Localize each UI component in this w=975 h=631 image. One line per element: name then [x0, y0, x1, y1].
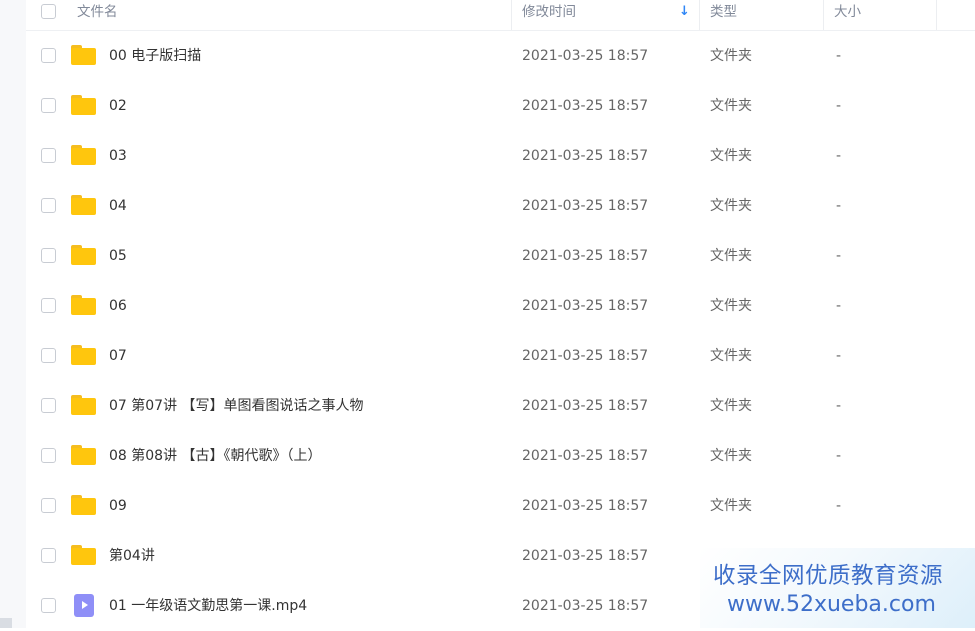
file-name[interactable]: 01 一年级语文勤思第一课.mp4	[109, 581, 307, 631]
column-divider	[936, 0, 937, 30]
file-name[interactable]: 07	[109, 331, 127, 381]
video-file-icon	[74, 594, 94, 617]
file-size: -	[836, 148, 842, 164]
row-checkbox[interactable]	[41, 348, 56, 363]
file-type: 文件夹	[710, 448, 752, 464]
row-checkbox[interactable]	[41, 198, 56, 213]
row-checkbox[interactable]	[41, 298, 56, 313]
modified-time: 2021-03-25 18:57	[522, 348, 649, 364]
file-type: 文件夹	[710, 498, 752, 514]
sort-descending-icon[interactable]: ↓	[679, 4, 690, 19]
file-row[interactable]: 00 电子版扫描 2021-03-25 18:57 文件夹 -	[26, 31, 975, 81]
file-row[interactable]: 04 2021-03-25 18:57 文件夹 -	[26, 181, 975, 231]
folder-icon	[71, 195, 96, 215]
file-row[interactable]: 07 2021-03-25 18:57 文件夹 -	[26, 331, 975, 381]
column-header-time[interactable]: 修改时间	[522, 0, 576, 30]
file-type: 文件夹	[710, 48, 752, 64]
folder-icon	[71, 245, 96, 265]
modified-time: 2021-03-25 18:57	[522, 298, 649, 314]
modified-time: 2021-03-25 18:57	[522, 148, 649, 164]
file-type: 文件夹	[710, 148, 752, 164]
column-divider	[511, 0, 512, 30]
file-type: 文件夹	[710, 248, 752, 264]
modified-time: 2021-03-25 18:57	[522, 598, 649, 614]
folder-icon	[71, 545, 96, 565]
file-name[interactable]: 04	[109, 181, 127, 231]
column-header-name[interactable]: 文件名	[77, 0, 118, 30]
file-size: -	[836, 298, 842, 314]
select-all-checkbox[interactable]	[41, 4, 56, 19]
file-row[interactable]: 05 2021-03-25 18:57 文件夹 -	[26, 231, 975, 281]
modified-time: 2021-03-25 18:57	[522, 98, 649, 114]
folder-icon	[71, 395, 96, 415]
row-checkbox[interactable]	[41, 498, 56, 513]
folder-icon	[71, 495, 96, 515]
modified-time: 2021-03-25 18:57	[522, 248, 649, 264]
file-size: -	[836, 348, 842, 364]
row-checkbox[interactable]	[41, 98, 56, 113]
file-name[interactable]: 07 第07讲 【写】单图看图说话之事人物	[109, 381, 364, 431]
file-size: -	[836, 98, 842, 114]
file-name[interactable]: 第04讲	[109, 531, 155, 581]
file-size: -	[836, 198, 842, 214]
folder-icon	[71, 345, 96, 365]
file-name[interactable]: 03	[109, 131, 127, 181]
file-type: 文件夹	[710, 348, 752, 364]
folder-icon	[71, 95, 96, 115]
column-divider	[699, 0, 700, 30]
file-row[interactable]: 09 2021-03-25 18:57 文件夹 -	[26, 481, 975, 531]
folder-icon	[71, 145, 96, 165]
column-divider	[823, 0, 824, 30]
row-checkbox[interactable]	[41, 548, 56, 563]
file-name[interactable]: 06	[109, 281, 127, 331]
file-size: -	[836, 398, 842, 414]
file-row[interactable]: 08 第08讲 【古】《朝代歌》（上） 2021-03-25 18:57 文件夹…	[26, 431, 975, 481]
column-header-size[interactable]: 大小	[834, 0, 861, 30]
row-checkbox[interactable]	[41, 148, 56, 163]
file-name[interactable]: 02	[109, 81, 127, 131]
watermark-url: www.52xueba.com	[727, 592, 936, 617]
row-checkbox[interactable]	[41, 398, 56, 413]
modified-time: 2021-03-25 18:57	[522, 548, 649, 564]
watermark-banner: 收录全网优质教育资源 www.52xueba.com	[700, 548, 975, 628]
file-list: 文件名 修改时间 ↓ 类型 大小 00 电子版扫描 2021-03-25 18:…	[26, 0, 975, 628]
file-row[interactable]: 03 2021-03-25 18:57 文件夹 -	[26, 131, 975, 181]
modified-time: 2021-03-25 18:57	[522, 448, 649, 464]
row-checkbox[interactable]	[41, 598, 56, 613]
file-type: 文件夹	[710, 398, 752, 414]
column-header-type[interactable]: 类型	[710, 0, 737, 30]
file-size: -	[836, 48, 842, 64]
row-checkbox[interactable]	[41, 448, 56, 463]
file-type: 文件夹	[710, 198, 752, 214]
file-type: 文件夹	[710, 298, 752, 314]
file-name[interactable]: 09	[109, 481, 127, 531]
file-size: -	[836, 248, 842, 264]
file-name[interactable]: 05	[109, 231, 127, 281]
file-size: -	[836, 448, 842, 464]
modified-time: 2021-03-25 18:57	[522, 498, 649, 514]
row-checkbox[interactable]	[41, 248, 56, 263]
file-type: 文件夹	[710, 98, 752, 114]
folder-icon	[71, 45, 96, 65]
file-name[interactable]: 00 电子版扫描	[109, 31, 201, 81]
folder-icon	[71, 445, 96, 465]
file-row[interactable]: 06 2021-03-25 18:57 文件夹 -	[26, 281, 975, 331]
file-row[interactable]: 07 第07讲 【写】单图看图说话之事人物 2021-03-25 18:57 文…	[26, 381, 975, 431]
file-row[interactable]: 02 2021-03-25 18:57 文件夹 -	[26, 81, 975, 131]
modified-time: 2021-03-25 18:57	[522, 48, 649, 64]
left-sidebar-edge	[0, 0, 26, 628]
folder-icon	[71, 295, 96, 315]
file-size: -	[836, 498, 842, 514]
modified-time: 2021-03-25 18:57	[522, 198, 649, 214]
sidebar-corner	[0, 618, 12, 628]
file-name[interactable]: 08 第08讲 【古】《朝代歌》（上）	[109, 431, 322, 481]
list-header: 文件名 修改时间 ↓ 类型 大小	[26, 0, 975, 31]
modified-time: 2021-03-25 18:57	[522, 398, 649, 414]
watermark-slogan: 收录全网优质教育资源	[713, 563, 944, 589]
row-checkbox[interactable]	[41, 48, 56, 63]
